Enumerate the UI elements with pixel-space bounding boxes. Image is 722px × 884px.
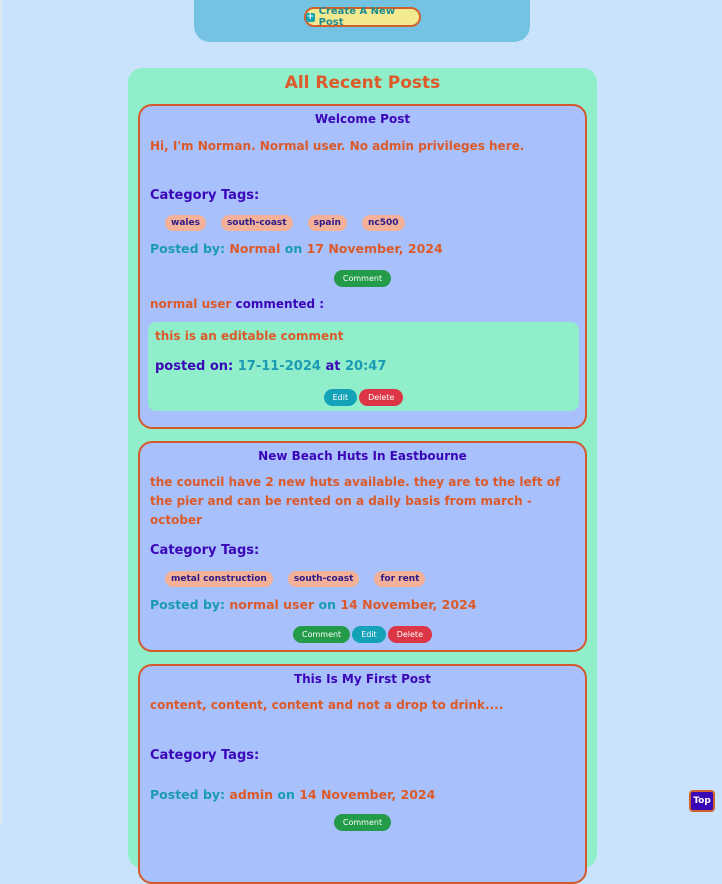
post-date: 17 November, 2024 — [306, 241, 443, 256]
post-body: content, content, content and not a drop… — [150, 698, 504, 712]
create-post-panel: + Create A New Post — [194, 0, 530, 42]
on-label: on — [318, 597, 337, 612]
category-tags-heading: Category Tags: — [150, 748, 260, 763]
delete-post-button[interactable]: Delete — [387, 626, 432, 643]
post-title: This Is My First Post — [293, 672, 432, 686]
post-date: 14 November, 2024 — [340, 597, 477, 612]
commented-label: commented : — [235, 297, 325, 311]
posted-by-label: Posted by: — [150, 597, 226, 612]
tag-badge: for rent — [374, 571, 426, 587]
comment-button[interactable]: Comment — [333, 270, 392, 287]
post-card: Welcome Post Hi, I'm Norman. Normal user… — [138, 104, 587, 429]
comment-actions: Edit Delete — [148, 389, 579, 406]
tag-badge: nc500 — [361, 215, 405, 231]
comment-button[interactable]: Comment — [333, 814, 392, 831]
post-date: 14 November, 2024 — [299, 787, 436, 802]
post-meta: Posted by: admin on 14 November, 2024 — [150, 787, 435, 802]
post-author: Normal — [229, 241, 281, 256]
comment-header: normal user commented : — [150, 297, 324, 311]
post-actions: Comment — [140, 270, 585, 287]
post-card: New Beach Huts In Eastbourne the council… — [138, 441, 587, 652]
post-author: admin — [229, 787, 273, 802]
post-title: Welcome Post — [314, 112, 411, 126]
comment-time: 20:47 — [344, 359, 387, 374]
feed-title: All Recent Posts — [284, 73, 441, 93]
post-title: New Beach Huts In Eastbourne — [258, 449, 467, 463]
comment-text: this is an editable comment — [155, 329, 344, 343]
posted-on-label: posted on: — [155, 359, 234, 374]
at-label: at — [325, 359, 341, 374]
posted-by-label: Posted by: — [150, 787, 226, 802]
comment-author: normal user — [150, 297, 232, 311]
comment-button[interactable]: Comment — [293, 626, 351, 643]
edit-post-button[interactable]: Edit — [352, 626, 386, 643]
page-edge — [0, 0, 2, 825]
post-actions: Comment — [140, 814, 585, 831]
create-post-label: Create A New Post — [318, 6, 396, 28]
post-body: the council have 2 new huts available. t… — [150, 475, 561, 527]
post-card: This Is My First Post content, content, … — [138, 664, 587, 884]
category-tags-heading: Category Tags: — [150, 188, 260, 203]
post-actions: Comment Edit Delete — [140, 626, 585, 643]
post-meta: Posted by: Normal on 17 November, 2024 — [150, 241, 443, 256]
edit-comment-button[interactable]: Edit — [323, 389, 358, 406]
on-label: on — [284, 241, 303, 256]
scroll-top-button[interactable]: Top — [689, 790, 715, 812]
delete-comment-button[interactable]: Delete — [359, 389, 404, 406]
post-meta: Posted by: normal user on 14 November, 2… — [150, 597, 476, 612]
post-author: normal user — [229, 597, 315, 612]
category-tags-heading: Category Tags: — [150, 543, 260, 558]
comment-card: this is an editable comment posted on: 1… — [148, 322, 579, 411]
comment-date: 17-11-2024 — [237, 359, 321, 374]
tag-badge: wales — [165, 215, 206, 231]
tag-list: metal construction south-coast for rent — [165, 571, 426, 587]
comment-meta: posted on: 17-11-2024 at 20:47 — [155, 359, 386, 374]
on-label: on — [277, 787, 295, 802]
tag-badge: metal construction — [165, 571, 273, 587]
tag-badge: south-coast — [287, 571, 360, 587]
tag-list: wales south-coast spain nc500 — [165, 215, 405, 231]
tag-badge: south-coast — [220, 215, 293, 231]
create-post-button[interactable]: + Create A New Post — [304, 6, 421, 28]
post-body: Hi, I'm Norman. Normal user. No admin pr… — [150, 139, 525, 153]
posted-by-label: Posted by: — [150, 241, 226, 256]
plus-square-icon: + — [306, 11, 315, 22]
recent-posts-feed: All Recent Posts Welcome Post Hi, I'm No… — [128, 68, 597, 884]
tag-badge: spain — [307, 215, 347, 231]
